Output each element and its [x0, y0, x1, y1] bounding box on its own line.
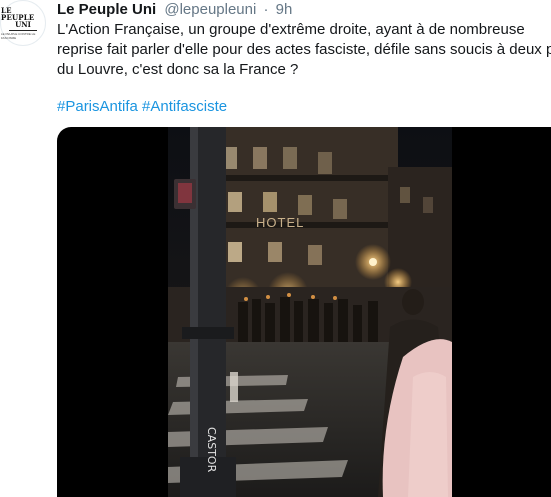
street-scene-image: HOTEL CASTOR [168, 127, 452, 497]
tweet-text-line: L'Action Française, un groupe d'extrême … [57, 21, 525, 38]
tweet-timestamp[interactable]: 9h [276, 1, 293, 18]
video-player[interactable]: HOTEL CASTOR [57, 127, 551, 497]
hashtag-parisantifa[interactable]: #ParisAntifa [57, 98, 138, 115]
tweet-text: L'Action Française, un groupe d'extrême … [57, 20, 551, 80]
author-name[interactable]: Le Peuple Uni [57, 1, 156, 18]
avatar-rule [9, 29, 37, 31]
author-avatar[interactable]: LE PEUPLE UNI LE PEUPLE CONTRE LE FASCIS… [0, 0, 46, 46]
tweet-text-line: reprise fait parler d'elle pour des acte… [57, 41, 551, 58]
author-handle[interactable]: @lepeupleuni [164, 1, 256, 18]
header-separator: · [263, 1, 269, 18]
video-frame: HOTEL CASTOR [168, 127, 452, 497]
graffiti-text: CASTOR [205, 427, 218, 473]
avatar-text-line1: LE PEUPLE [1, 5, 35, 22]
hotel-sign-text: HOTEL [256, 215, 304, 230]
avatar-text-line2: UNI [15, 19, 31, 29]
avatar-text-line3: LE PEUPLE CONTRE LE FASCISME [1, 31, 36, 40]
tweet-text-line: du Louvre, c'est donc sa la France ? [57, 61, 299, 78]
hashtag-list: #ParisAntifa #Antifasciste [57, 97, 227, 117]
hashtag-antifasciste[interactable]: #Antifasciste [142, 98, 227, 115]
tweet-header: Le Peuple Uni @lepeupleuni · 9h [57, 0, 292, 20]
